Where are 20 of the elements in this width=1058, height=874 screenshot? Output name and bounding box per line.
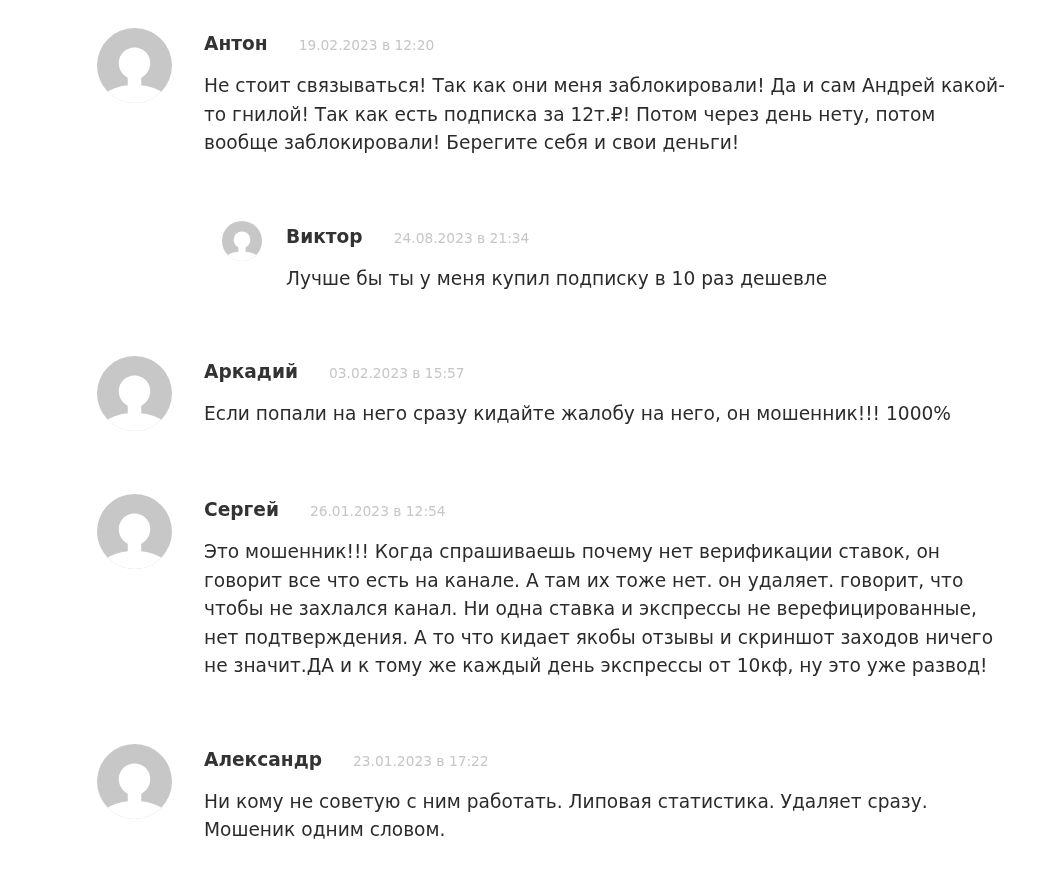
comment-text: Если попали на него сразу кидайте жалобу на него, он мошенник!!! 1000% (204, 402, 952, 426)
comment-date: 26.01.2023 в 12:54 (309, 502, 446, 521)
user-avatar-icon (97, 494, 172, 569)
user-avatar-icon (97, 28, 172, 103)
comment-text: Это мошенник!!! Когда спрашиваешь почему нет верификации ставок, он говорит все что есть на канале. А там их тоже нет. он удаляет. говорит, что чтобы не захлался канал. Ни одна ставка и экспрессы не верефицированные, нет подтверждения. А то что кидает якобы отзывы и скриншот заходов ничего не значит.ДА и к тому же каждый день экспрессы от 10кф, ну это уже развод! (204, 540, 995, 678)
user-avatar-icon (97, 743, 172, 819)
comment-author: Виктор (286, 224, 363, 249)
user-avatar-icon (222, 220, 262, 261)
comment-author: Аркадий (204, 360, 298, 384)
comment-date: 23.01.2023 в 17:22 (353, 751, 489, 771)
comment-date: 03.02.2023 в 15:57 (328, 364, 465, 383)
comment-author: Сергей (204, 498, 279, 522)
comment-date: 19.02.2023 в 12:20 (298, 36, 435, 55)
comment-text: Лучше бы ты у меня купил подписку в 10 раз дешевле (286, 266, 829, 291)
comment-author: Антон (204, 32, 268, 56)
comment-text: Ни кому не советую с ним работать. Липовая статистика. Удаляет сразу. Мошеник одним словом. (204, 789, 929, 842)
comment-author: Александр (204, 747, 322, 772)
user-avatar-icon (97, 356, 172, 431)
comment-text: Не стоит связываться! Так как они меня заблокировали! Да и сам Андрей какой-то гнилой! Так как есть подписка за 12т.₽! Потом через день нету, потом вообще заблокировали! Берегите себя и свои деньги! (204, 74, 1006, 155)
comment-date: 24.08.2023 в 21:34 (393, 228, 530, 248)
